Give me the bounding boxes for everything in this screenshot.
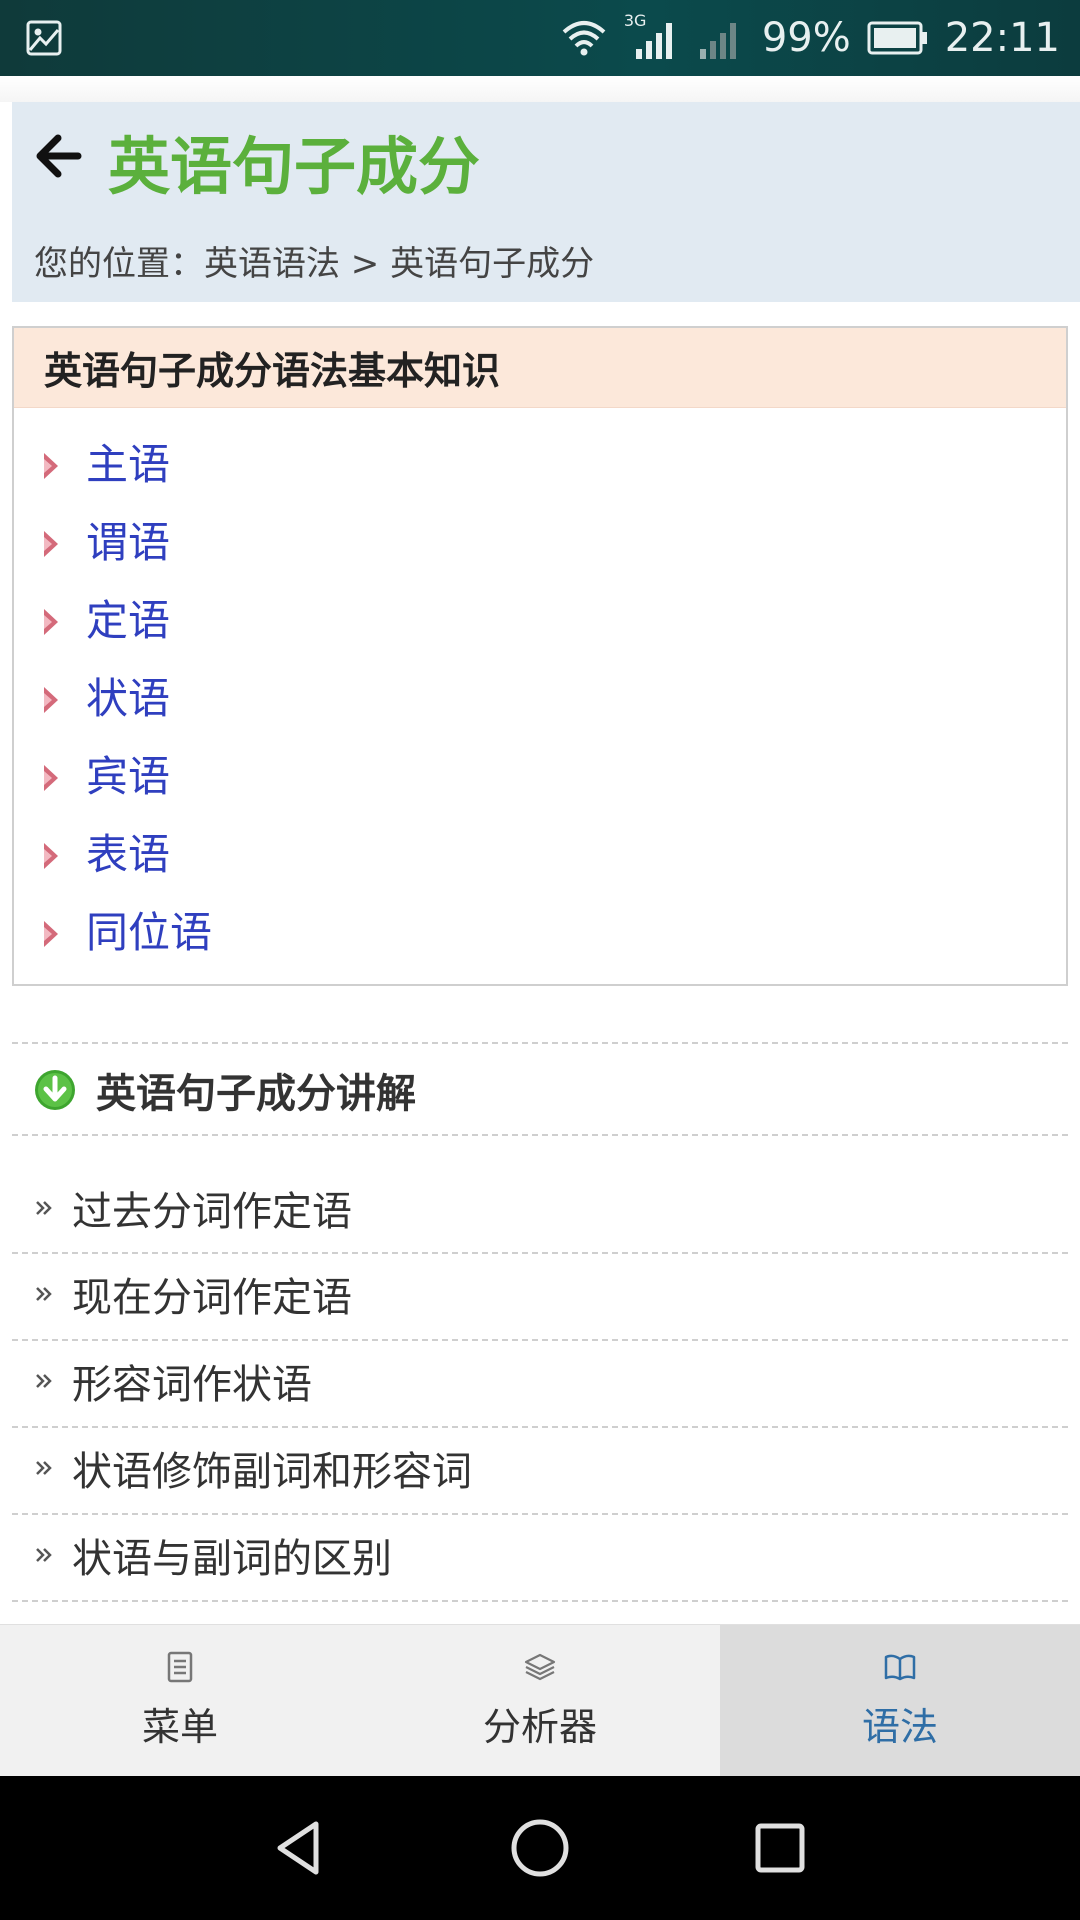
divider: [12, 1134, 1068, 1136]
divider: [12, 1042, 1068, 1044]
knowledge-item-subject[interactable]: 主语: [14, 422, 1066, 500]
divider: [12, 1339, 1068, 1341]
lesson-item[interactable]: 现在分词作定语: [34, 1264, 352, 1324]
double-chevron-icon: [36, 1201, 52, 1215]
status-bar: 3G 99% 22:11: [0, 0, 1080, 76]
breadcrumb-separator: >: [340, 244, 391, 284]
breadcrumb: 您的位置：英语语法 > 英语句子成分: [34, 236, 594, 285]
recents-square-icon[interactable]: [748, 1816, 812, 1880]
tab-label: 分析器: [482, 1705, 597, 1749]
triangle-bullet-icon: [44, 609, 58, 635]
tab-label: 语法: [861, 1705, 938, 1749]
triangle-bullet-icon: [44, 687, 58, 713]
knowledge-item-predicative[interactable]: 表语: [14, 812, 1066, 890]
double-chevron-icon: [36, 1374, 52, 1388]
battery-percent: 99%: [761, 15, 851, 61]
tab-grammar[interactable]: 语法: [720, 1625, 1080, 1776]
home-circle-icon[interactable]: [508, 1816, 572, 1880]
knowledge-item-label: 状语: [86, 673, 171, 723]
knowledge-item-label: 宾语: [86, 751, 171, 801]
lesson-item[interactable]: 过去分词作定语: [34, 1178, 352, 1238]
knowledge-item-label: 主语: [86, 439, 171, 489]
knowledge-list: 主语 谓语 定语 状语 宾语 表语 同位语: [14, 408, 1066, 968]
knowledge-box-header: 英语句子成分语法基本知识: [14, 328, 1066, 408]
triangle-bullet-icon: [44, 453, 58, 479]
back-triangle-icon[interactable]: [268, 1816, 332, 1880]
breadcrumb-prefix: 您的位置：: [34, 244, 204, 284]
green-download-icon: [35, 1070, 75, 1110]
tab-menu[interactable]: 菜单: [0, 1625, 360, 1776]
divider: [12, 1513, 1068, 1515]
triangle-bullet-icon: [44, 921, 58, 947]
clock: 22:11: [944, 15, 1060, 61]
lesson-item[interactable]: 状语与副词的区别: [34, 1525, 392, 1585]
layers-icon: [524, 1653, 556, 1681]
lesson-item[interactable]: 状语修饰副词和形容词: [34, 1438, 472, 1498]
knowledge-item-label: 谓语: [86, 517, 171, 567]
wifi-icon: [562, 21, 606, 56]
knowledge-item-label: 表语: [86, 829, 171, 879]
double-chevron-icon: [36, 1287, 52, 1301]
tab-label: 菜单: [141, 1705, 218, 1749]
page-header: 英语句子成分 您的位置：英语语法 > 英语句子成分: [12, 102, 1080, 302]
gallery-notification-icon: [26, 20, 62, 56]
divider: [12, 1426, 1068, 1428]
knowledge-item-object[interactable]: 宾语: [14, 734, 1066, 812]
triangle-bullet-icon: [44, 765, 58, 791]
knowledge-box-title: 英语句子成分语法基本知识: [44, 349, 501, 393]
section-header: 英语句子成分讲解: [34, 1060, 416, 1120]
system-nav-bar: [0, 1776, 1080, 1920]
divider: [12, 1600, 1068, 1602]
lesson-item-label: 状语修饰副词和形容词: [72, 1449, 472, 1495]
knowledge-item-label: 同位语: [86, 907, 213, 957]
section-title: 英语句子成分讲解: [96, 1071, 416, 1117]
page-title: 英语句子成分: [108, 130, 481, 203]
battery-icon: [867, 21, 927, 55]
triangle-bullet-icon: [44, 843, 58, 869]
lesson-item-label: 过去分词作定语: [72, 1189, 352, 1235]
knowledge-item-label: 定语: [86, 595, 171, 645]
lesson-item[interactable]: 形容词作状语: [34, 1351, 312, 1411]
back-arrow-icon[interactable]: [30, 126, 90, 186]
knowledge-item-adverbial[interactable]: 状语: [14, 656, 1066, 734]
breadcrumb-parent[interactable]: 英语语法: [204, 244, 340, 284]
knowledge-item-attributive[interactable]: 定语: [14, 578, 1066, 656]
lesson-item-label: 现在分词作定语: [72, 1275, 352, 1321]
lesson-item-label: 形容词作状语: [72, 1362, 312, 1408]
triangle-bullet-icon: [44, 531, 58, 557]
double-chevron-icon: [36, 1461, 52, 1475]
tab-analyzer[interactable]: 分析器: [360, 1625, 720, 1776]
knowledge-box: 英语句子成分语法基本知识 主语 谓语 定语 状语 宾语 表语 同位语: [12, 326, 1068, 986]
bottom-tab-bar: 菜单 分析器 语法: [0, 1624, 1080, 1776]
document-icon: [167, 1651, 193, 1683]
divider: [12, 1252, 1068, 1254]
knowledge-item-appositive[interactable]: 同位语: [14, 890, 1066, 968]
signal-icon: 3G: [624, 11, 680, 63]
book-icon: [884, 1654, 916, 1681]
header-shadow: [0, 76, 1080, 102]
signal-weak-icon: [699, 23, 736, 59]
breadcrumb-current: 英语句子成分: [390, 244, 595, 284]
knowledge-item-predicate[interactable]: 谓语: [14, 500, 1066, 578]
lesson-item-label: 状语与副词的区别: [72, 1536, 392, 1582]
double-chevron-icon: [36, 1548, 52, 1562]
